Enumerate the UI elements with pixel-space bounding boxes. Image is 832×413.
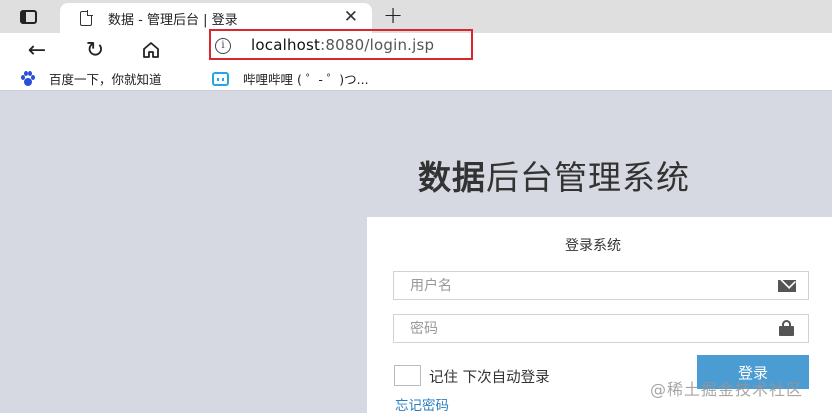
page-document-icon: [80, 9, 93, 26]
tab-close-icon[interactable]: ✕: [344, 9, 358, 26]
password-input[interactable]: [394, 315, 764, 342]
baidu-paw-icon: [20, 71, 35, 86]
back-icon[interactable]: ←: [24, 37, 50, 63]
page-title: 数据后台管理系统: [418, 151, 690, 199]
page-title-rest: 后台管理系统: [486, 158, 690, 197]
username-field[interactable]: [393, 271, 809, 300]
refresh-icon[interactable]: ↻: [82, 37, 108, 63]
bookmark-bilibili-label: 哔哩哔哩 ( ゜- ゜)つ...: [243, 72, 369, 87]
forgot-password-link[interactable]: 忘记密码: [395, 394, 449, 413]
remember-checkbox[interactable]: [394, 365, 421, 386]
url-path: :8080/login.jsp: [320, 36, 435, 54]
watermark: @稀土掘金技术社区: [650, 380, 804, 399]
home-icon[interactable]: [138, 37, 164, 63]
lock-icon: [779, 320, 794, 336]
page-title-bold: 数据: [418, 158, 486, 197]
home-icon-graphic: [143, 42, 159, 58]
bookmarks-bar: 百度一下，你就知道 哔哩哔哩 ( ゜- ゜)つ...: [0, 66, 832, 90]
address-url[interactable]: localhost:8080/login.jsp: [251, 36, 434, 54]
new-tab-button[interactable]: +: [383, 3, 403, 27]
url-host: localhost: [251, 36, 321, 54]
tab-title: 数据 - 管理后台 | 登录: [108, 12, 238, 28]
tab-actions-button[interactable]: [14, 6, 42, 28]
site-info-icon[interactable]: i: [215, 38, 231, 54]
tab-actions-icon: [19, 10, 37, 24]
remember-label: 记住 下次自动登录: [429, 370, 550, 386]
bookmark-baidu[interactable]: 百度一下，你就知道: [20, 69, 162, 88]
password-field[interactable]: [393, 314, 809, 343]
login-heading: 登录系统: [565, 238, 621, 254]
username-input[interactable]: [394, 272, 764, 299]
bookmark-baidu-label: 百度一下，你就知道: [49, 72, 162, 87]
envelope-icon: [778, 280, 796, 292]
browser-divider: [0, 90, 832, 91]
bilibili-tv-icon: [212, 71, 229, 86]
bookmark-bilibili[interactable]: 哔哩哔哩 ( ゜- ゜)つ...: [212, 69, 369, 88]
